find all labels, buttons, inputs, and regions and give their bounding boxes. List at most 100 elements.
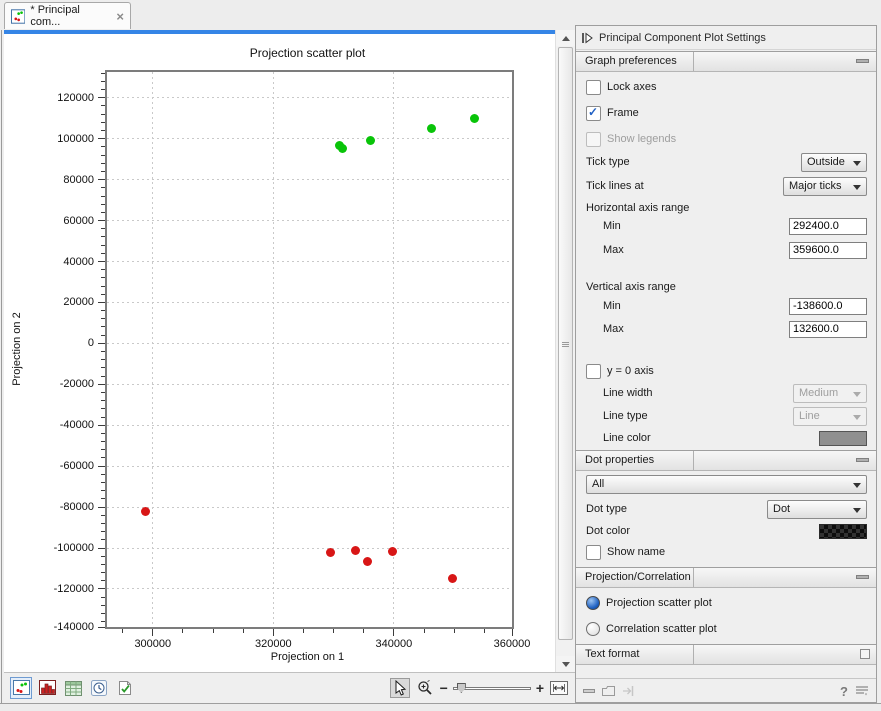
data-point-group-red [351,546,360,555]
section-title: Text format [576,645,694,664]
x-minor-tick [424,629,425,633]
element-info-view-button[interactable] [114,677,136,699]
y-minor-tick [101,187,105,188]
y-minor-tick [101,196,105,197]
vertical-min-input[interactable] [789,298,867,315]
zoom-out-button[interactable]: − [440,681,448,695]
zoom-slider[interactable] [453,682,531,694]
scatter-plot-view-button[interactable] [10,677,32,699]
y-tick-label: 100000 [57,133,94,145]
collapse-panel-icon[interactable] [581,32,593,44]
horizontal-min-input[interactable] [789,218,867,235]
dot-color-swatch[interactable] [819,524,867,539]
y-minor-tick [101,318,105,319]
correlation-scatter-radio[interactable] [586,622,600,636]
y-minor-tick [101,236,105,237]
side-panel-header: Principal Component Plot Settings [576,26,876,50]
y-tick-label: 80000 [63,174,94,186]
y-minor-tick [101,155,105,156]
fit-width-button[interactable] [549,678,569,698]
y-tick-label: -20000 [60,378,94,390]
line-type-row: Line type Line [586,406,867,426]
y-minor-tick [101,474,105,475]
scatter-plot-icon [11,9,25,24]
collapse-section-icon[interactable] [856,458,869,462]
tick-lines-dropdown[interactable]: Major ticks [783,177,867,196]
y-minor-tick [101,204,105,205]
y-tick-label: 60000 [63,215,94,227]
x-major-tick [152,629,153,636]
show-legends-checkbox [586,132,601,147]
minimize-panel-icon[interactable] [583,689,595,694]
y-minor-tick [101,277,105,278]
zoom-in-tool-button[interactable] [415,678,435,698]
table-view-button[interactable] [62,677,84,699]
plot-area[interactable]: 300000320000340000360000-140000-120000-1… [105,70,514,629]
selection-tool-button[interactable] [390,678,410,698]
x-tick-label: 300000 [134,638,171,650]
tick-type-row: Tick type Outside [586,152,867,172]
settings-side-panel: Principal Component Plot Settings Graph … [575,25,877,703]
horizontal-range-label: Horizontal axis range [586,202,689,214]
projection-scatter-label: Projection scatter plot [606,597,712,609]
y-minor-tick [101,531,105,532]
max-label: Max [586,323,624,335]
y-minor-tick [101,523,105,524]
vertical-max-input[interactable] [789,321,867,338]
line-color-row: Line color [586,428,867,448]
scrollbar-thumb[interactable] [558,47,573,640]
histogram-view-icon [39,680,56,696]
tab-principal-component[interactable]: * Principal com... × [4,2,131,29]
y-minor-tick [101,539,105,540]
x-minor-tick [454,629,455,633]
scatter-plot-view-icon [13,680,30,696]
tick-type-dropdown[interactable]: Outside [801,153,867,172]
line-width-label: Line width [586,387,653,399]
show-name-checkbox[interactable] [586,545,601,560]
y-gridline [107,425,512,426]
lock-axes-checkbox[interactable] [586,80,601,95]
y-major-tick [98,627,105,628]
y-tick-label: 120000 [57,92,94,104]
collapse-section-icon[interactable] [856,575,869,579]
float-panel-icon[interactable] [602,685,615,697]
zoom-slider-handle[interactable] [457,683,466,693]
y-tick-label: -80000 [60,501,94,513]
vertical-scrollbar[interactable] [555,30,575,672]
section-title: Projection/Correlation [576,568,694,587]
dot-scope-dropdown[interactable]: All [586,475,867,494]
data-point-group-green [427,124,436,133]
element-info-view-icon [117,680,133,696]
data-point-group-green [338,144,347,153]
expand-section-icon[interactable] [860,649,870,659]
histogram-view-button[interactable] [36,677,58,699]
panel-menu-icon[interactable] [855,685,869,697]
dot-type-dropdown[interactable]: Dot [767,500,867,519]
cursor-icon [393,680,407,696]
y-tick-label: -40000 [60,419,94,431]
y-minor-tick [101,441,105,442]
x-minor-tick [303,629,304,633]
y-minor-tick [101,326,105,327]
collapse-section-icon[interactable] [856,59,869,63]
tab-close-icon[interactable]: × [116,10,124,23]
scroll-down-button[interactable] [556,656,575,672]
horizontal-max-input[interactable] [789,242,867,259]
y-minor-tick [101,253,105,254]
y-gridline [107,138,512,139]
section-title: Dot properties [576,451,694,470]
y-major-tick [98,220,105,221]
help-button[interactable]: ? [840,684,848,699]
y-minor-tick [101,105,105,106]
y-minor-tick [101,351,105,352]
show-legends-row: Show legends [586,129,867,149]
y0-axis-checkbox[interactable] [586,364,601,379]
history-view-button[interactable] [88,677,110,699]
frame-checkbox[interactable] [586,106,601,121]
zoom-in-button[interactable]: + [536,681,544,695]
scroll-up-button[interactable] [556,30,575,46]
projection-scatter-radio[interactable] [586,596,600,610]
y-minor-tick [101,163,105,164]
dot-scope-row: All [586,474,867,494]
dot-type-label: Dot type [586,503,627,515]
